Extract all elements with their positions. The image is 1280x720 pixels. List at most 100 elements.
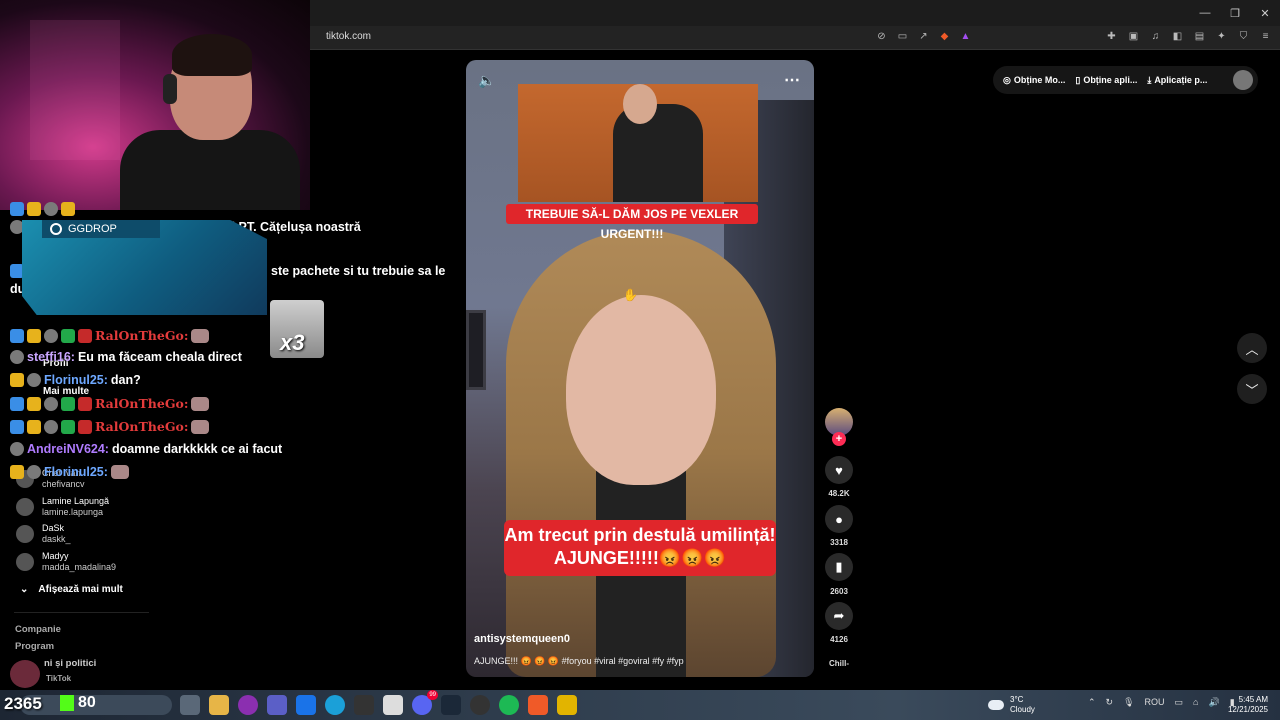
follow-plus-icon[interactable]: + — [832, 432, 846, 446]
chat-username[interactable]: steffi16: — [27, 350, 75, 364]
mouse-cursor-icon: ✋ — [623, 288, 638, 302]
taskbar-clock[interactable]: 5:45 AM 12/21/2025 — [1222, 695, 1268, 715]
pc-app-label: Aplicație p... — [1154, 75, 1208, 85]
display-icon[interactable]: ▭ — [1175, 697, 1184, 708]
sidebar-footer: TikTok — [46, 674, 72, 683]
get-app-button[interactable]: ▯ Obține apli... — [1075, 75, 1137, 86]
app-icon[interactable] — [557, 695, 577, 715]
app-icon[interactable] — [238, 695, 258, 715]
caption-main-line2: AJUNGE!!!!!😡😡😡 — [553, 548, 727, 568]
get-coins-label: Obține Mo... — [1013, 75, 1066, 85]
chat-message: dan? — [110, 373, 141, 387]
taskbar-search[interactable] — [20, 695, 172, 715]
store-icon[interactable] — [383, 695, 403, 715]
avatar — [16, 553, 34, 571]
volume-icon[interactable]: 🔊 — [1208, 697, 1219, 708]
sub-badge-icon — [78, 328, 92, 343]
chat-line: Florinul25: — [10, 465, 129, 479]
sidebar-account-3[interactable]: Madyy madda_madalina9 — [16, 551, 116, 573]
comment-button[interactable]: ● — [825, 505, 853, 533]
viewer-count: 2365 — [4, 694, 42, 713]
sidebar-link-company[interactable]: Companie — [15, 624, 61, 635]
sidebar-link-policies[interactable]: ni și politici — [44, 658, 96, 669]
url-text[interactable]: tiktok.com — [326, 31, 371, 42]
pc-app-button[interactable]: ⤓ Aplicație p... — [1147, 75, 1207, 86]
video-subject-face — [566, 295, 716, 485]
brave-shield-icon[interactable]: ◆ — [938, 30, 951, 43]
spotify-icon[interactable] — [499, 695, 519, 715]
save-count: 2603 — [830, 587, 848, 596]
user-avatar[interactable] — [1233, 70, 1253, 90]
get-coins-button[interactable]: ◎ Obține Mo... — [1003, 75, 1065, 86]
chevron-down-icon: ﹀ — [1245, 382, 1259, 398]
obs-icon[interactable] — [470, 695, 490, 715]
language-indicator[interactable]: ROU — [1145, 697, 1165, 708]
chat-line: steffi16: Eu ma făceam cheala direct — [10, 350, 242, 364]
avatar — [16, 525, 34, 543]
chat-username[interactable]: RalOnTheGo: — [95, 419, 188, 434]
sub-badge-icon — [78, 396, 92, 411]
mute-tab-icon[interactable]: ⊘ — [875, 30, 888, 43]
sidebar-account-1[interactable]: Lamine Lapungă lamine.lapunga — [16, 496, 109, 518]
app-icon[interactable] — [354, 695, 374, 715]
taskbar-apps: 99 — [180, 690, 577, 715]
sidebar-link-program[interactable]: Program — [15, 641, 54, 652]
volume-icon[interactable]: 🔈 — [478, 72, 495, 89]
share-count: 4126 — [830, 635, 848, 644]
steam-icon[interactable] — [441, 695, 461, 715]
brave-rewards-icon[interactable]: ▲ — [959, 30, 972, 43]
sidebar-toggle-icon[interactable]: ◧ — [1171, 30, 1184, 43]
weather-widget[interactable]: 3°C Cloudy — [988, 695, 1035, 715]
edge-icon[interactable] — [325, 695, 345, 715]
menu-icon[interactable]: ≡ — [1259, 30, 1272, 43]
badge-icon — [10, 419, 24, 434]
chat-username[interactable]: Florinul25: — [44, 465, 108, 479]
task-view-icon[interactable] — [180, 695, 200, 715]
brave-icon[interactable] — [528, 695, 548, 715]
share-button[interactable]: ➦ — [825, 602, 853, 630]
chat-username[interactable]: AndreiNV624: — [27, 442, 109, 456]
chat-username[interactable]: RalOnTheGo: — [95, 328, 188, 343]
share-icon[interactable]: ↗ — [917, 30, 930, 43]
emote-combo: x3 — [270, 300, 324, 358]
chevron-up-icon[interactable]: ⌃ — [1088, 697, 1096, 708]
extensions-icon[interactable]: ✚ — [1105, 30, 1118, 43]
teams-icon[interactable] — [267, 695, 287, 715]
sidebar-account-2[interactable]: DaSk daskk_ — [16, 523, 71, 545]
file-explorer-icon[interactable] — [209, 695, 229, 715]
ggdrop-label: GGDROP — [42, 220, 160, 238]
vpn-icon[interactable]: ⛉ — [1237, 30, 1250, 43]
music-label[interactable]: Chill- — [822, 659, 856, 668]
weather-desc: Cloudy — [1010, 705, 1035, 714]
microphone-icon[interactable]: 🎙 — [1123, 697, 1134, 708]
sidebar-divider — [14, 612, 149, 613]
chat-username[interactable]: RalOnTheGo: — [95, 396, 188, 411]
screenshot-icon[interactable]: ▣ — [1127, 30, 1140, 43]
cast-icon[interactable]: ▭ — [896, 30, 909, 43]
previous-video-button[interactable]: ︿ — [1237, 333, 1267, 363]
leo-ai-icon[interactable]: ✦ — [1215, 30, 1228, 43]
show-more-button[interactable]: ⌄ Afișează mai mult — [20, 584, 123, 595]
sync-icon[interactable]: ↻ — [1106, 697, 1114, 708]
get-app-label: Obține apli... — [1083, 75, 1138, 85]
discord-icon[interactable]: 99 — [412, 690, 438, 715]
music-icon[interactable]: ♫ — [1149, 30, 1162, 43]
close-window-button[interactable]: ✕ — [1250, 0, 1280, 26]
address-bar[interactable]: tiktok.com ⊘ ▭ ↗ ◆ ▲ ✚ ▣ ♫ ◧ ▤ ✦ ⛉ ≡ — [310, 26, 1280, 50]
video-description: AJUNGE!!! 😡 😡 😡 #foryou #viral #goviral … — [474, 656, 684, 666]
next-video-button[interactable]: ﹀ — [1237, 374, 1267, 404]
outlook-icon[interactable] — [296, 695, 316, 715]
chat-line: RalOnTheGo: — [10, 396, 210, 411]
cloud-icon — [988, 700, 1004, 710]
like-button[interactable]: ♥ — [825, 456, 853, 484]
video-player[interactable]: TREBUIE SĂ-L DĂM JOS PE VEXLER URGENT!!!… — [466, 60, 814, 677]
save-button[interactable]: ▮ — [825, 553, 853, 581]
minimize-button[interactable]: — — [1190, 0, 1220, 26]
camera-badge-icon — [10, 350, 24, 364]
wallet-icon[interactable]: ▤ — [1193, 30, 1206, 43]
video-author[interactable]: antisystemqueen0 — [474, 633, 570, 645]
maximize-button[interactable]: ❐ — [1220, 0, 1250, 26]
network-icon[interactable]: ⌂ — [1193, 697, 1198, 708]
chat-username[interactable]: Florinul25: — [44, 373, 108, 387]
more-options-icon[interactable]: ⋯ — [784, 70, 800, 90]
